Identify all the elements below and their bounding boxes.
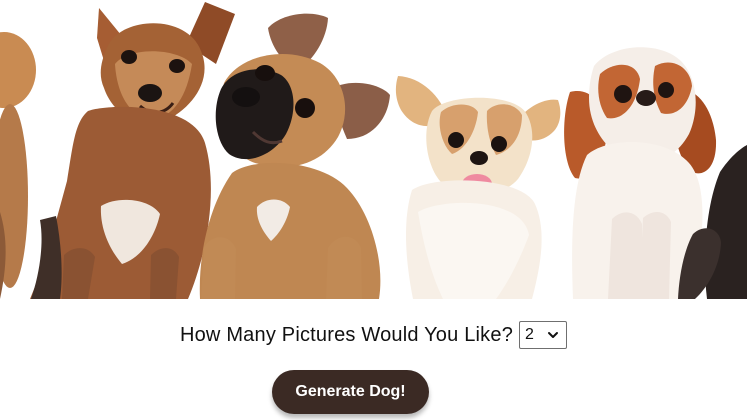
selected-picture-count: 2 (525, 326, 534, 343)
dog-hero-image (0, 0, 747, 299)
picture-count-prompt: How Many Pictures Would You Like? (179, 323, 514, 346)
chevron-down-icon (547, 329, 559, 341)
picture-count-row: How Many Pictures Would You Like? 2 (0, 318, 747, 352)
generate-dog-button[interactable]: Generate Dog! (272, 370, 429, 414)
dog-generator-page: How Many Pictures Would You Like? 2 Gene… (0, 0, 747, 420)
dog-photo-illustration (0, 0, 747, 299)
picture-count-select[interactable]: 2 (519, 321, 568, 349)
